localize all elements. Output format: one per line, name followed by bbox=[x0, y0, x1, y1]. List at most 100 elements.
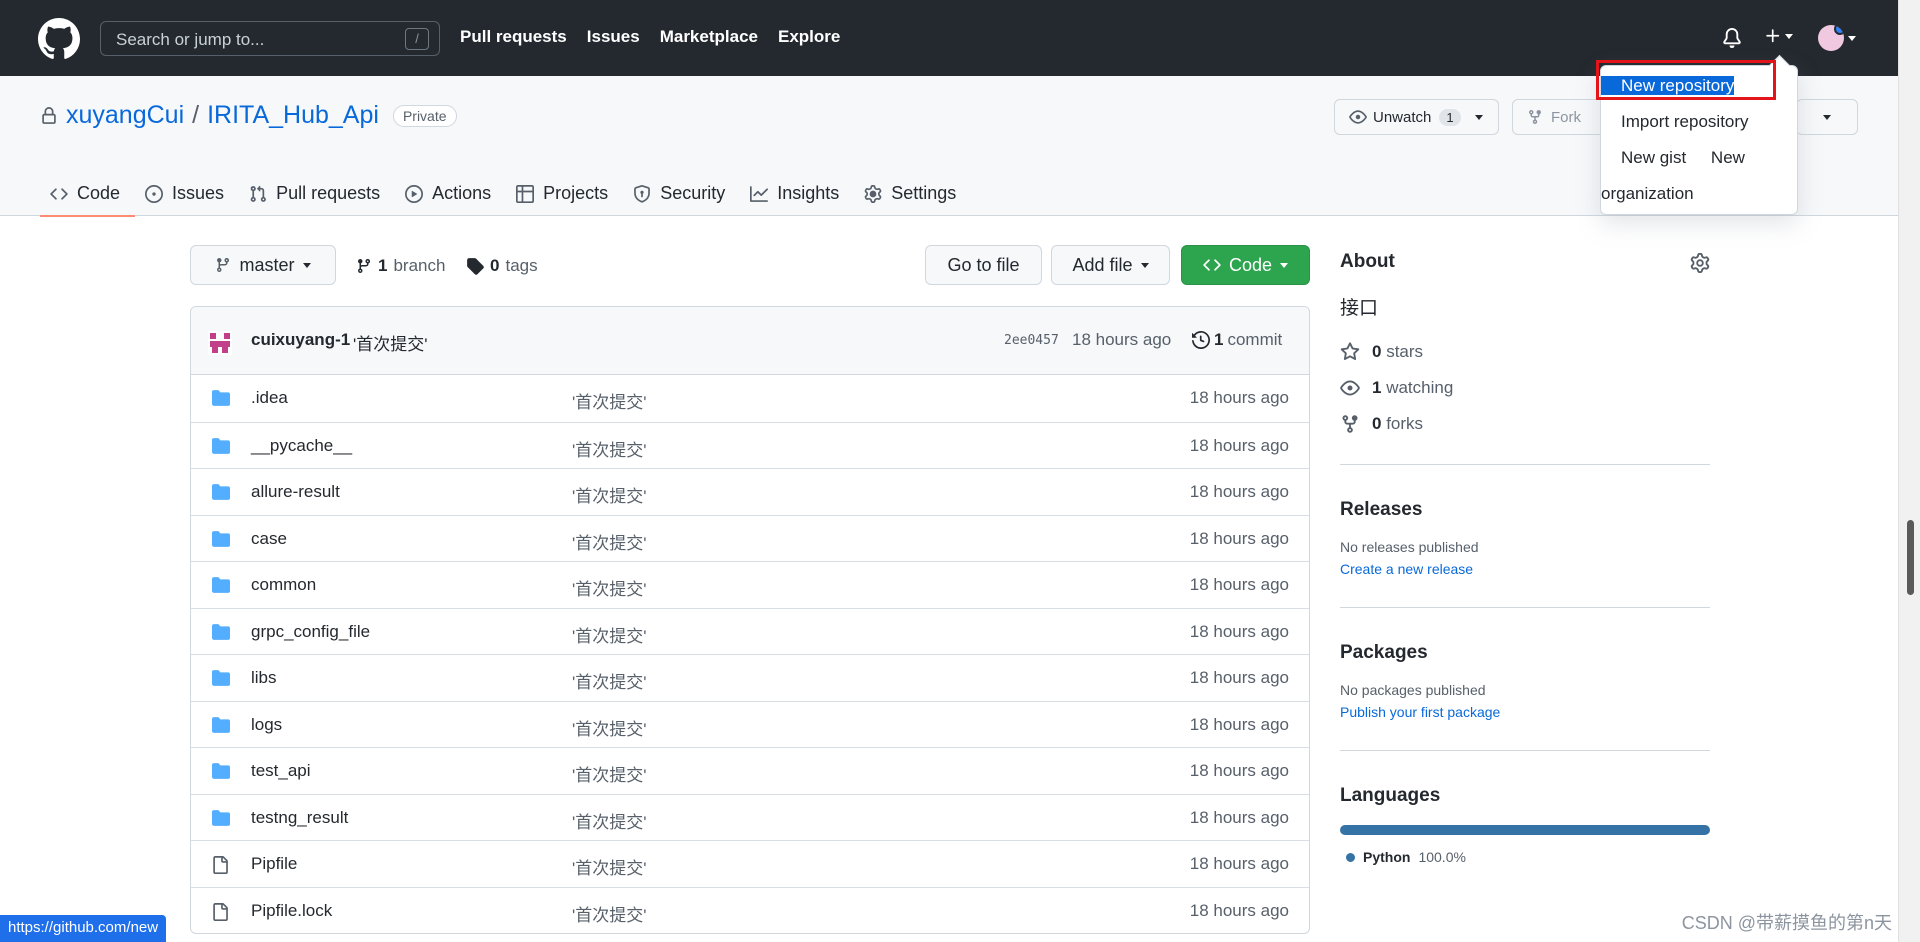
tab-pull-requests[interactable]: Pull requests bbox=[239, 171, 395, 216]
create-new-menu-button[interactable] bbox=[1764, 27, 1793, 45]
repo-owner-link[interactable]: xuyangCui bbox=[66, 101, 184, 130]
file-commit-message-link[interactable]: '首次提交' bbox=[572, 901, 647, 926]
plus-icon bbox=[1766, 29, 1780, 43]
commit-author-link[interactable]: cuixuyang-1 bbox=[251, 330, 350, 350]
file-commit-message-link[interactable]: '首次提交' bbox=[572, 388, 647, 413]
stars-link[interactable]: 0 stars bbox=[1340, 334, 1710, 370]
file-row[interactable]: __pycache__ '首次提交' 18 hours ago bbox=[191, 421, 1309, 469]
github-logo-icon[interactable] bbox=[38, 18, 80, 60]
file-commit-message-link[interactable]: '首次提交' bbox=[572, 622, 647, 647]
notifications-bell-icon[interactable] bbox=[1722, 27, 1742, 49]
file-name-link[interactable]: test_api bbox=[251, 761, 311, 781]
language-item[interactable]: Python 100.0% bbox=[1340, 849, 1710, 865]
releases-title[interactable]: Releases bbox=[1340, 499, 1422, 520]
file-name-link[interactable]: allure-result bbox=[251, 482, 340, 502]
file-list: cuixuyang-1 '首次提交' 2ee0457 18 hours ago … bbox=[190, 306, 1310, 934]
code-clone-button[interactable]: Code bbox=[1181, 245, 1310, 285]
file-commit-message-link[interactable]: '首次提交' bbox=[572, 529, 647, 554]
nav-issues[interactable]: Issues bbox=[587, 27, 640, 47]
file-name-link[interactable]: libs bbox=[251, 668, 277, 688]
tab-settings[interactable]: Settings bbox=[854, 171, 971, 216]
branch-select-button[interactable]: master bbox=[190, 245, 336, 285]
file-commit-message-link[interactable]: '首次提交' bbox=[572, 761, 647, 786]
repo-title: xuyangCui / IRITA_Hub_Api Private bbox=[40, 101, 457, 130]
tab-security[interactable]: Security bbox=[623, 171, 740, 216]
fork-label: Fork bbox=[1551, 108, 1581, 126]
tab-projects[interactable]: Projects bbox=[506, 171, 623, 216]
commit-sha-link[interactable]: 2ee0457 bbox=[1004, 333, 1059, 348]
nav-explore[interactable]: Explore bbox=[778, 27, 840, 47]
forks-link[interactable]: 0 forks bbox=[1340, 406, 1710, 442]
page-scrollbar[interactable] bbox=[1898, 0, 1920, 942]
file-name-link[interactable]: case bbox=[251, 529, 287, 549]
author-avatar[interactable] bbox=[208, 331, 232, 355]
file-name-link[interactable]: .idea bbox=[251, 388, 288, 408]
file-updated-time: 18 hours ago bbox=[1189, 714, 1289, 734]
file-commit-message-link[interactable]: '首次提交' bbox=[572, 715, 647, 740]
file-commit-message-link[interactable]: '首次提交' bbox=[572, 668, 647, 693]
file-commit-message-link[interactable]: '首次提交' bbox=[572, 808, 647, 833]
chevron-down-icon bbox=[1280, 262, 1289, 268]
go-to-file-button[interactable]: Go to file bbox=[925, 245, 1042, 285]
tab-pull-requests-label: Pull requests bbox=[276, 183, 381, 203]
file-name-link[interactable]: logs bbox=[251, 715, 282, 735]
file-commit-message-link[interactable]: '首次提交' bbox=[572, 482, 647, 507]
file-row[interactable]: Pipfile.lock '首次提交' 18 hours ago bbox=[191, 886, 1309, 934]
tab-insights[interactable]: Insights bbox=[740, 171, 854, 216]
tab-issues[interactable]: Issues bbox=[135, 171, 239, 216]
file-row[interactable]: common '首次提交' 18 hours ago bbox=[191, 561, 1309, 608]
file-name-link[interactable]: testng_result bbox=[251, 808, 348, 828]
file-updated-time: 18 hours ago bbox=[1189, 621, 1289, 641]
new-gist-item[interactable]: New gist bbox=[1601, 148, 1686, 167]
file-commit-message-link[interactable]: '首次提交' bbox=[572, 575, 647, 600]
add-file-button[interactable]: Add file bbox=[1051, 245, 1170, 285]
user-avatar bbox=[1818, 25, 1844, 51]
folder-icon bbox=[211, 623, 231, 641]
file-row[interactable]: allure-result '首次提交' 18 hours ago bbox=[191, 468, 1309, 515]
nav-marketplace[interactable]: Marketplace bbox=[660, 27, 758, 47]
tab-code[interactable]: Code bbox=[40, 171, 136, 217]
file-row[interactable]: .idea '首次提交' 18 hours ago bbox=[191, 375, 1309, 422]
publish-package-link[interactable]: Publish your first package bbox=[1340, 704, 1710, 720]
file-name-link[interactable]: grpc_config_file bbox=[251, 622, 370, 642]
code-button-label: Code bbox=[1228, 254, 1273, 275]
import-repository-item[interactable]: Import repository bbox=[1601, 112, 1749, 131]
file-commit-message-link[interactable]: '首次提交' bbox=[572, 436, 647, 461]
file-name-link[interactable]: Pipfile.lock bbox=[251, 901, 332, 921]
about-title: About bbox=[1340, 251, 1395, 272]
watching-link[interactable]: 1 watching bbox=[1340, 370, 1710, 406]
file-name-link[interactable]: __pycache__ bbox=[251, 436, 352, 456]
search-input[interactable]: Search or jump to... / bbox=[100, 21, 440, 56]
create-release-link[interactable]: Create a new release bbox=[1340, 561, 1710, 577]
nav-pull-requests[interactable]: Pull requests bbox=[460, 27, 567, 47]
tab-actions[interactable]: Actions bbox=[395, 171, 506, 216]
repo-name-link[interactable]: IRITA_Hub_Api bbox=[207, 101, 379, 130]
play-icon bbox=[405, 184, 424, 203]
star-dropdown-button[interactable] bbox=[1796, 99, 1858, 135]
scrollbar-thumb[interactable] bbox=[1907, 520, 1914, 595]
file-row[interactable]: grpc_config_file '首次提交' 18 hours ago bbox=[191, 607, 1309, 655]
unwatch-button[interactable]: Unwatch 1 bbox=[1334, 99, 1499, 135]
gear-icon[interactable] bbox=[1690, 253, 1710, 273]
folder-icon bbox=[211, 530, 231, 548]
branch-label: branch bbox=[393, 256, 446, 275]
user-menu-button[interactable] bbox=[1818, 25, 1856, 51]
packages-title[interactable]: Packages bbox=[1340, 642, 1428, 663]
file-row[interactable]: Pipfile '首次提交' 18 hours ago bbox=[191, 840, 1309, 887]
visibility-badge: Private bbox=[392, 104, 457, 127]
file-row[interactable]: test_api '首次提交' 18 hours ago bbox=[191, 747, 1309, 794]
file-name-link[interactable]: common bbox=[251, 575, 316, 595]
file-row[interactable]: testng_result '首次提交' 18 hours ago bbox=[191, 793, 1309, 841]
file-commit-message-link[interactable]: '首次提交' bbox=[572, 854, 647, 879]
code-icon bbox=[50, 187, 68, 200]
file-row[interactable]: case '首次提交' 18 hours ago bbox=[191, 514, 1309, 562]
commit-history-link[interactable]: 1 commit bbox=[1192, 330, 1282, 350]
file-row[interactable]: libs '首次提交' 18 hours ago bbox=[191, 654, 1309, 701]
sidebar-divider bbox=[1340, 750, 1710, 751]
branches-link[interactable]: 1 branch bbox=[356, 256, 445, 276]
file-updated-time: 18 hours ago bbox=[1189, 761, 1289, 780]
tags-link[interactable]: 0 tags bbox=[466, 256, 538, 276]
commit-message-link[interactable]: '首次提交' bbox=[353, 330, 428, 355]
file-row[interactable]: logs '首次提交' 18 hours ago bbox=[191, 700, 1309, 748]
file-name-link[interactable]: Pipfile bbox=[251, 854, 297, 874]
